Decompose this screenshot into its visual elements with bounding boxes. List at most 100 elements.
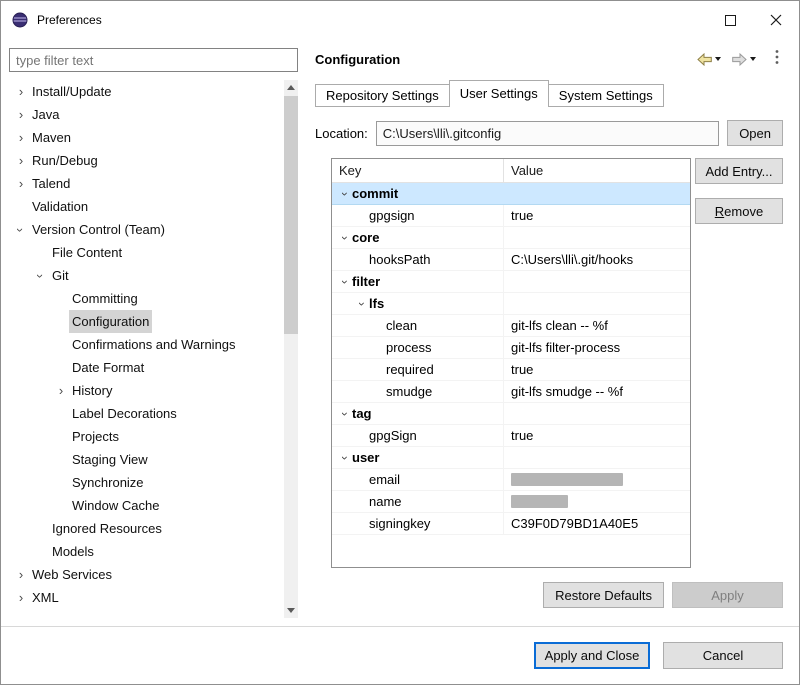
collapse-icon[interactable]: ›: [338, 231, 352, 245]
restore-defaults-button[interactable]: Restore Defaults: [543, 582, 664, 608]
tab-system-settings[interactable]: System Settings: [548, 84, 664, 107]
table-row-user[interactable]: ›user: [332, 447, 690, 469]
key-cell: smudge: [332, 381, 504, 402]
table-row-process[interactable]: processgit-lfs filter-process: [332, 337, 690, 359]
collapse-icon[interactable]: ›: [338, 451, 352, 465]
view-menu-icon[interactable]: [771, 47, 783, 72]
value-cell: C39F0D79BD1A40E5: [504, 513, 690, 534]
sidebar-item-file-content[interactable]: File Content: [9, 241, 284, 264]
sidebar-item-label: Talend: [29, 172, 73, 195]
sidebar-item-version-control-team[interactable]: ›Version Control (Team): [9, 218, 284, 241]
key-label: lfs: [369, 296, 384, 311]
sidebar-item-committing[interactable]: Committing: [9, 287, 284, 310]
expand-icon[interactable]: ›: [13, 130, 29, 146]
redacted-value: [511, 495, 568, 508]
back-dropdown-icon[interactable]: [715, 57, 721, 61]
sidebar-item-models[interactable]: Models: [9, 540, 284, 563]
sidebar-item-run-debug[interactable]: ›Run/Debug: [9, 149, 284, 172]
table-row-gpgsign[interactable]: gpgsigntrue: [332, 205, 690, 227]
expand-icon[interactable]: ›: [13, 153, 29, 169]
vertical-scrollbar[interactable]: [284, 80, 298, 618]
location-input[interactable]: [376, 121, 719, 146]
sidebar-item-date-format[interactable]: Date Format: [9, 356, 284, 379]
table-row-email[interactable]: email: [332, 469, 690, 491]
expand-icon[interactable]: ›: [13, 176, 29, 192]
sidebar-item-staging-view[interactable]: Staging View: [9, 448, 284, 471]
sidebar-item-confirmations-and-warnings[interactable]: Confirmations and Warnings: [9, 333, 284, 356]
tab-user-settings[interactable]: User Settings: [449, 80, 549, 107]
sidebar-item-projects[interactable]: Projects: [9, 425, 284, 448]
table-row-required[interactable]: requiredtrue: [332, 359, 690, 381]
config-table-body: ›commitgpgsigntrue›corehooksPathC:\Users…: [332, 183, 690, 535]
value-label: git-lfs filter-process: [511, 340, 620, 355]
config-content: Key Value ›commitgpgsigntrue›corehooksPa…: [331, 158, 783, 568]
close-button[interactable]: [753, 1, 799, 39]
sidebar-item-ignored-resources[interactable]: Ignored Resources: [9, 517, 284, 540]
table-row-tag[interactable]: ›tag: [332, 403, 690, 425]
remove-button[interactable]: Remove: [695, 198, 783, 224]
forward-button[interactable]: [728, 51, 759, 68]
scroll-down-button[interactable]: [284, 603, 298, 618]
tab-repository-settings[interactable]: Repository Settings: [315, 84, 450, 107]
sidebar-item-label: Window Cache: [69, 494, 162, 517]
sidebar-item-maven[interactable]: ›Maven: [9, 126, 284, 149]
expand-icon[interactable]: ›: [53, 383, 69, 399]
collapse-icon[interactable]: ›: [338, 275, 352, 289]
cancel-button[interactable]: Cancel: [663, 642, 783, 669]
sidebar-item-label: Synchronize: [69, 471, 147, 494]
apply-button[interactable]: Apply: [672, 582, 783, 608]
key-cell: ›commit: [332, 183, 504, 204]
collapse-icon[interactable]: ›: [13, 222, 29, 238]
table-row-signingkey[interactable]: signingkey C39F0D79BD1A40E5: [332, 513, 690, 535]
expand-icon[interactable]: ›: [13, 567, 29, 583]
sidebar-item-configuration[interactable]: Configuration: [9, 310, 284, 333]
table-row-smudge[interactable]: smudgegit-lfs smudge -- %f: [332, 381, 690, 403]
back-button[interactable]: [693, 51, 724, 68]
location-row: Location: Open: [315, 120, 783, 146]
scroll-track[interactable]: [284, 95, 298, 603]
table-row-name[interactable]: name: [332, 491, 690, 513]
key-cell: gpgSign: [332, 425, 504, 446]
collapse-icon[interactable]: ›: [355, 297, 369, 311]
table-row-commit[interactable]: ›commit: [332, 183, 690, 205]
key-label: signingkey: [369, 516, 430, 531]
table-row-lfs[interactable]: ›lfs: [332, 293, 690, 315]
maximize-button[interactable]: [707, 1, 753, 39]
filter-input[interactable]: [9, 48, 298, 72]
column-header-key[interactable]: Key: [332, 159, 504, 182]
sidebar-item-label: Confirmations and Warnings: [69, 333, 239, 356]
column-header-value[interactable]: Value: [504, 159, 690, 182]
sidebar-item-java[interactable]: ›Java: [9, 103, 284, 126]
key-label: smudge: [386, 384, 432, 399]
table-row-hookspath[interactable]: hooksPathC:\Users\lli\.git/hooks: [332, 249, 690, 271]
sidebar-item-synchronize[interactable]: Synchronize: [9, 471, 284, 494]
value-cell: [504, 271, 690, 292]
forward-dropdown-icon[interactable]: [750, 57, 756, 61]
window-controls: [707, 1, 799, 39]
expand-icon[interactable]: ›: [13, 107, 29, 123]
scroll-up-button[interactable]: [284, 80, 298, 95]
sidebar-item-web-services[interactable]: ›Web Services: [9, 563, 284, 586]
expand-icon[interactable]: ›: [13, 590, 29, 606]
sidebar-item-git[interactable]: ›Git: [9, 264, 284, 287]
table-row-gpgsign[interactable]: gpgSigntrue: [332, 425, 690, 447]
expand-icon[interactable]: ›: [13, 84, 29, 100]
table-row-core[interactable]: ›core: [332, 227, 690, 249]
sidebar-item-label-decorations[interactable]: Label Decorations: [9, 402, 284, 425]
table-row-clean[interactable]: cleangit-lfs clean -- %f: [332, 315, 690, 337]
sidebar-item-talend[interactable]: ›Talend: [9, 172, 284, 195]
sidebar-item-validation[interactable]: Validation: [9, 195, 284, 218]
open-button[interactable]: Open: [727, 120, 783, 146]
sidebar-item-window-cache[interactable]: Window Cache: [9, 494, 284, 517]
add-entry-button[interactable]: Add Entry...: [695, 158, 783, 184]
sidebar-item-xml[interactable]: ›XML: [9, 586, 284, 609]
sidebar-item-install-update[interactable]: ›Install/Update: [9, 80, 284, 103]
sidebar-item-history[interactable]: ›History: [9, 379, 284, 402]
apply-and-close-button[interactable]: Apply and Close: [534, 642, 650, 669]
collapse-icon[interactable]: ›: [33, 268, 49, 284]
key-label: filter: [352, 274, 380, 289]
scrollbar-thumb[interactable]: [284, 96, 298, 334]
table-row-filter[interactable]: ›filter: [332, 271, 690, 293]
collapse-icon[interactable]: ›: [338, 187, 352, 201]
collapse-icon[interactable]: ›: [338, 407, 352, 421]
